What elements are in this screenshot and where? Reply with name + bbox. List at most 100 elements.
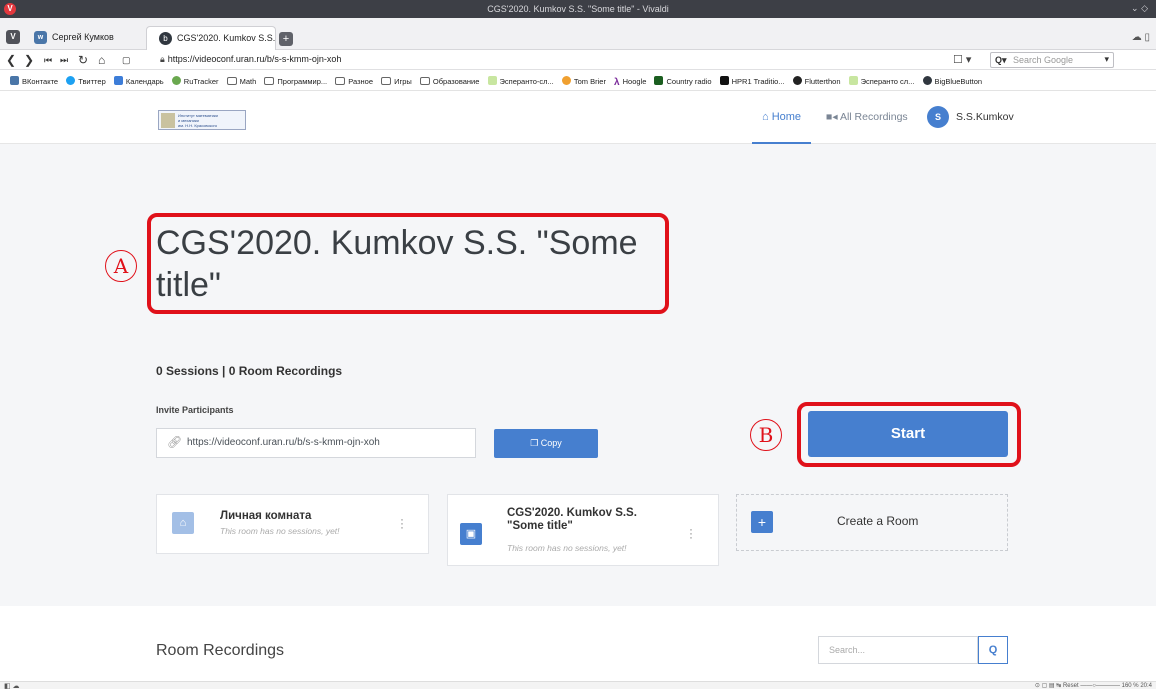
bookmark-item[interactable]: Календарь bbox=[113, 76, 164, 86]
copy-icon: ❐ bbox=[530, 438, 539, 448]
bookmark-item[interactable]: RuTracker bbox=[171, 76, 219, 86]
window-title: CGS'2020. Kumkov S.S. "Some title" - Viv… bbox=[487, 4, 669, 14]
invite-url-field[interactable]: 🔗︎ https://videoconf.uran.ru/b/s-s-kmm-o… bbox=[156, 428, 476, 458]
search-icon: Q▾ bbox=[995, 55, 1007, 65]
nav-all-recordings[interactable]: ■◂ All Recordings bbox=[826, 111, 908, 123]
panel-toggle-icon[interactable]: V bbox=[6, 30, 20, 44]
clock: 20:4 bbox=[1140, 683, 1152, 689]
invite-url-text: https://videoconf.uran.ru/b/s-s-kmm-ojn-… bbox=[187, 437, 380, 448]
create-room-label: Create a Room bbox=[837, 514, 919, 528]
window-titlebar: V CGS'2020. Kumkov S.S. "Some title" - V… bbox=[0, 0, 1156, 18]
chevron-down-icon[interactable]: ▾ bbox=[1104, 54, 1109, 65]
zoom-reset[interactable]: Reset bbox=[1063, 683, 1079, 689]
home-icon: ⌂ bbox=[172, 512, 194, 534]
recordings-title: Room Recordings bbox=[156, 642, 285, 659]
create-room-button[interactable]: + Create a Room bbox=[736, 494, 1008, 551]
bookmark-item[interactable]: HPR1 Traditio... bbox=[719, 76, 785, 86]
nav-home[interactable]: ⌂ Home bbox=[752, 92, 811, 144]
zoom-slider[interactable]: ——○———— bbox=[1080, 683, 1120, 689]
back-icon[interactable]: ❮ bbox=[6, 53, 16, 67]
twitter-icon bbox=[66, 76, 76, 85]
avatar[interactable]: S bbox=[927, 106, 949, 128]
window-controls[interactable]: ⌄ ◇ bbox=[1131, 3, 1148, 14]
video-camera-icon: ■◂ bbox=[826, 111, 838, 123]
url-field[interactable]: 🔒︎ https://videoconf.uran.ru/b/s-s-kmm-oj… bbox=[160, 54, 341, 65]
fast-forward-icon[interactable]: ⏭ bbox=[60, 55, 68, 66]
bookmark-item[interactable]: Программир... bbox=[264, 77, 327, 86]
folder-icon bbox=[335, 77, 346, 85]
forward-icon[interactable]: ❯ bbox=[24, 53, 34, 67]
status-icons[interactable]: ⊙ ▢ ▤ ↹ bbox=[1035, 683, 1061, 689]
more-options-icon[interactable]: · · · bbox=[399, 513, 405, 533]
status-bar: ◧ ☁ ⊙ ▢ ▤ ↹ Reset ——○———— 160 % 20:4 bbox=[0, 681, 1156, 690]
search-placeholder: Search Google bbox=[1013, 55, 1074, 65]
bookmark-item[interactable]: BigBlueButton bbox=[922, 76, 982, 86]
bookmark-page-icon[interactable]: ☐ ▾ bbox=[953, 53, 971, 66]
folder-icon bbox=[226, 77, 237, 85]
bookmark-item[interactable]: Твиттер bbox=[66, 76, 106, 86]
bookmark-item[interactable]: Эсперанто-сл... bbox=[487, 76, 554, 86]
zoom-level: 160 % bbox=[1121, 683, 1139, 689]
status-right: ⊙ ▢ ▤ ↹ Reset ——○———— 160 % 20:4 bbox=[1035, 682, 1152, 689]
logo-text: Институт математики и механики им. Н.Н. … bbox=[178, 113, 218, 128]
plus-icon: + bbox=[751, 511, 773, 533]
tom-brier-icon bbox=[561, 76, 571, 85]
institute-logo[interactable]: Институт математики и механики им. Н.Н. … bbox=[158, 110, 246, 130]
annotation-label-b: B bbox=[750, 419, 782, 451]
bookmark-item[interactable]: Math bbox=[226, 77, 256, 86]
tab-active-room[interactable]: b CGS'2020. Kumkov S.S. "So bbox=[146, 26, 276, 50]
hpr-icon bbox=[719, 76, 729, 85]
bookmark-item[interactable]: Игры bbox=[381, 77, 412, 86]
calendar-icon bbox=[113, 76, 123, 85]
copy-button[interactable]: ❐ Copy bbox=[494, 429, 598, 458]
room-status: This room has no sessions, yet! bbox=[220, 526, 340, 536]
logo-image bbox=[161, 113, 175, 128]
vk-icon: w bbox=[34, 31, 47, 44]
room-card-personal[interactable]: ⌂ Личная комната This room has no sessio… bbox=[156, 494, 429, 554]
esperanto-icon bbox=[848, 76, 858, 85]
search-icon: Q bbox=[988, 644, 998, 656]
lock-icon: 🔒︎ bbox=[160, 54, 165, 64]
page-content: Институт математики и механики им. Н.Н. … bbox=[0, 92, 1156, 681]
user-name[interactable]: S.S.Kumkov bbox=[956, 111, 1014, 123]
recordings-search-button[interactable]: Q bbox=[978, 636, 1008, 664]
invite-label: Invite Participants bbox=[156, 405, 234, 415]
bookmark-item[interactable]: Tom Brier bbox=[561, 76, 606, 86]
recordings-search-input[interactable]: Search... bbox=[818, 636, 978, 664]
lambda-icon: λ bbox=[614, 77, 620, 88]
rewind-icon[interactable]: ⏮ bbox=[44, 55, 52, 66]
room-card-cgs[interactable]: ▣ CGS'2020. Kumkov S.S. "Some title" Thi… bbox=[447, 494, 719, 566]
bookmark-item[interactable]: Эсперанто сл... bbox=[848, 76, 914, 86]
folder-icon bbox=[381, 77, 392, 85]
tab-label: Сергей Кумков bbox=[52, 32, 114, 42]
recordings-search-placeholder: Search... bbox=[829, 645, 866, 655]
bookmark-item[interactable]: Разное bbox=[335, 77, 373, 86]
folder-icon bbox=[419, 77, 430, 85]
search-engine-input[interactable]: Q▾ Search Google ▾ bbox=[990, 52, 1114, 68]
site-header: Институт математики и механики им. Н.Н. … bbox=[0, 92, 1156, 144]
room-status: This room has no sessions, yet! bbox=[507, 543, 627, 553]
home-icon[interactable]: ⌂ bbox=[98, 53, 105, 67]
tabbar-tools-icon[interactable]: ☁ ▯ bbox=[1132, 32, 1150, 43]
reload-icon[interactable]: ↻ bbox=[78, 53, 88, 67]
esperanto-icon bbox=[487, 76, 497, 85]
nav-recordings-label: All Recordings bbox=[839, 111, 908, 123]
home-icon: ⌂ bbox=[761, 111, 769, 123]
room-name: Личная комната bbox=[220, 510, 312, 522]
bookmark-item[interactable]: Flutterthon bbox=[792, 76, 841, 86]
annotation-box-a bbox=[147, 213, 669, 314]
bookmark-item[interactable]: ВКонтакте bbox=[10, 76, 58, 86]
more-options-icon[interactable]: · · · bbox=[688, 523, 694, 543]
bookmark-item[interactable]: λ Hoogle bbox=[614, 77, 646, 88]
nav-home-label: Home bbox=[771, 111, 802, 123]
shield-icon[interactable]: ▢ bbox=[122, 55, 131, 66]
presentation-icon: ▣ bbox=[460, 523, 482, 545]
folder-icon bbox=[264, 77, 275, 85]
bigbluebutton-icon: b bbox=[159, 32, 172, 45]
bookmark-item[interactable]: Образование bbox=[419, 77, 479, 86]
tab-label: CGS'2020. Kumkov S.S. "So bbox=[177, 33, 276, 43]
bookmark-item[interactable]: Country radio bbox=[654, 76, 712, 86]
new-tab-button[interactable]: + bbox=[279, 32, 293, 46]
github-icon bbox=[792, 76, 802, 85]
tab-vk[interactable]: w Сергей Кумков bbox=[22, 26, 152, 50]
